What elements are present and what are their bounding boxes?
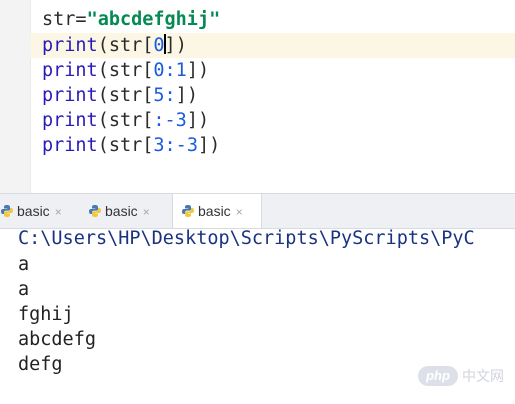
code-line-4[interactable]: print(str[5:]) — [0, 83, 515, 108]
output-line-1: a — [18, 254, 30, 275]
close-paren: ) — [197, 60, 210, 81]
run-tab-basic-3-active[interactable]: basic × — [172, 194, 262, 228]
run-tab-bar: basic × basic × basic × — [0, 193, 515, 229]
code-line-3[interactable]: print(str[0:1]) — [0, 58, 515, 83]
code-line-5[interactable]: print(str[:-3]) — [0, 108, 515, 133]
close-paren: ) — [209, 135, 221, 156]
print-function: print — [42, 85, 98, 106]
code-editor[interactable]: str="abcdefghij" print(str[0]) print(str… — [0, 0, 515, 193]
string-literal: "abcdefghij" — [86, 9, 221, 30]
print-function: print — [42, 35, 98, 56]
tab-label: basic — [198, 203, 231, 219]
open-paren: ( — [97, 135, 109, 156]
slice-value: 0:1 — [153, 60, 187, 81]
close-icon[interactable]: × — [236, 195, 243, 229]
output-line-2: a — [18, 279, 30, 300]
variable-name: str — [42, 9, 76, 30]
argument-str: str — [108, 135, 143, 156]
open-paren: ( — [97, 60, 109, 81]
open-bracket: [ — [142, 60, 154, 81]
open-bracket: [ — [142, 135, 154, 156]
print-function: print — [42, 60, 98, 81]
open-paren: ( — [97, 35, 109, 56]
code-line-6[interactable]: print(str[3:-3]) — [0, 133, 515, 158]
argument-str: str — [108, 60, 143, 81]
slice-value: 3:-3 — [153, 135, 198, 156]
close-bracket: ] — [164, 35, 176, 56]
close-paren: ) — [186, 85, 198, 106]
close-bracket: ] — [186, 60, 198, 81]
gutter-current-line — [0, 33, 31, 58]
close-bracket: ] — [186, 110, 198, 131]
tab-label: basic — [17, 203, 50, 219]
close-paren: ) — [175, 35, 187, 56]
python-icon — [88, 204, 102, 218]
python-icon — [0, 204, 14, 218]
close-paren: ) — [197, 110, 210, 131]
print-function: print — [42, 135, 98, 156]
close-icon[interactable]: × — [55, 195, 62, 229]
open-bracket: [ — [142, 85, 154, 106]
close-icon[interactable]: × — [143, 195, 150, 229]
output-line-4: abcdefg — [18, 329, 96, 350]
code-line-2-current[interactable]: print(str[0]) — [0, 33, 515, 58]
code-line-1[interactable]: str="abcdefghij" — [0, 7, 515, 32]
close-bracket: ] — [175, 85, 187, 106]
watermark-text: 中文网 — [462, 368, 504, 384]
argument-str: str — [108, 110, 143, 131]
interpreter-path: C:\Users\HP\Desktop\Scripts\PyScripts\Py… — [18, 229, 475, 249]
open-bracket: [ — [142, 110, 154, 131]
run-tab-basic-1[interactable]: basic × — [0, 194, 82, 228]
site-watermark: php 中文网 — [418, 364, 504, 388]
output-line-3: fghij — [18, 304, 74, 325]
slice-value: :-3 — [153, 110, 187, 131]
open-paren: ( — [97, 85, 109, 106]
watermark-logo: php — [418, 366, 458, 386]
run-tab-basic-2[interactable]: basic × — [88, 194, 174, 228]
print-function: print — [42, 110, 98, 131]
slice-value: 5: — [153, 85, 176, 106]
open-bracket: [ — [142, 35, 154, 56]
tab-label: basic — [105, 203, 138, 219]
python-icon — [181, 204, 195, 218]
argument-str: str — [108, 35, 143, 56]
output-line-5: defg — [18, 354, 63, 375]
close-bracket: ] — [197, 135, 210, 156]
assign-operator: = — [75, 9, 87, 30]
argument-str: str — [108, 85, 143, 106]
open-paren: ( — [97, 110, 109, 131]
